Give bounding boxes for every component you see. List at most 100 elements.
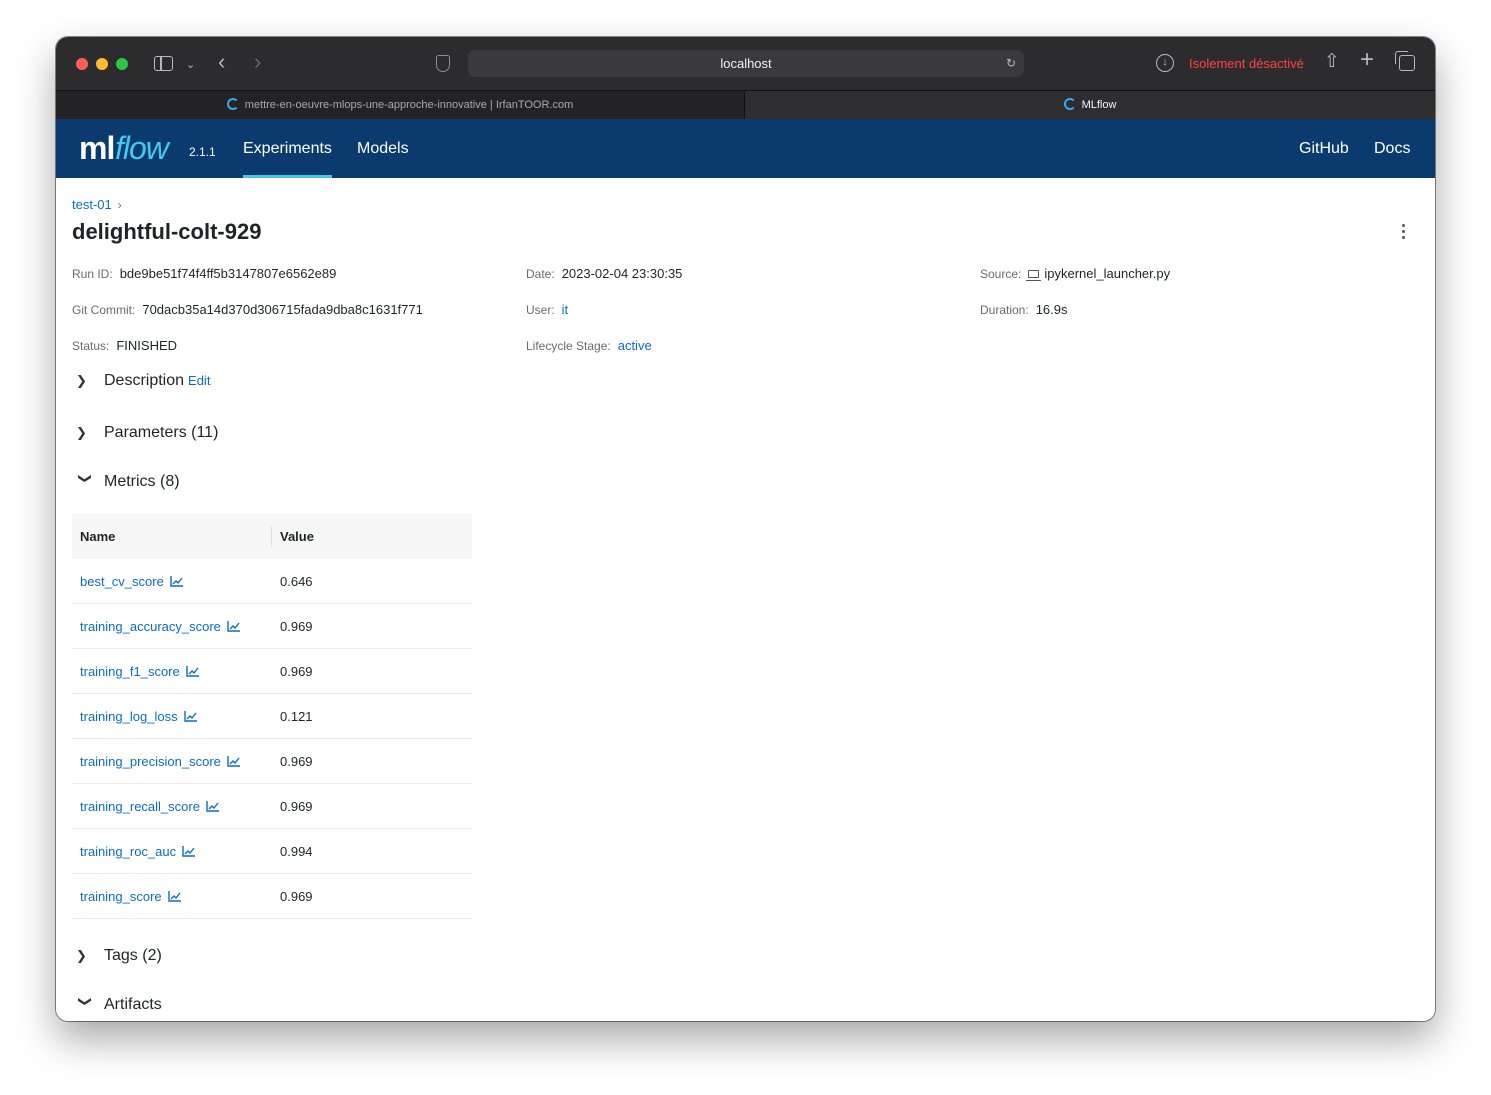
date-field: Date: 2023-02-04 23:30:35 (526, 266, 682, 281)
section-artifacts-label: Artifacts (104, 996, 162, 1013)
isolation-status[interactable]: Isolement désactivé (1189, 56, 1304, 71)
chevron-down-icon: ❯ (78, 473, 93, 484)
line-chart-icon[interactable] (182, 846, 196, 857)
browser-toolbar: ⌄ ‹ › localhost ↻ ↓ Isolement désactivé … (56, 37, 1435, 90)
chevron-down-icon[interactable]: ⌄ (186, 56, 195, 74)
line-chart-icon[interactable] (167, 891, 182, 902)
metric-name: best_cv_score (80, 574, 164, 589)
tab-strip: mettre-en-oeuvre-mlops-une-approche-inno… (56, 90, 1435, 119)
breadcrumb-experiment-link[interactable]: test-01 (72, 197, 112, 212)
metric-name-link[interactable]: training_roc_auc (80, 829, 196, 874)
lifecycle-value[interactable]: active (618, 338, 652, 353)
section-parameters-label: Parameters (11) (104, 424, 219, 441)
breadcrumb-separator: › (117, 198, 122, 212)
line-chart-icon[interactable] (227, 756, 241, 767)
user-link[interactable]: it (562, 302, 569, 317)
tab-label: mettre-en-oeuvre-mlops-une-approche-inno… (244, 99, 574, 111)
line-chart-icon[interactable] (206, 801, 220, 812)
metric-value: 0.994 (280, 844, 313, 859)
section-description[interactable]: ❯ Description Edit (76, 372, 210, 390)
lifecycle-label: Lifecycle Stage: (526, 339, 611, 353)
mlflow-header: ml flow 2.1.1 Experiments Models GitHub … (56, 119, 1435, 178)
chevron-right-icon: ❯ (76, 948, 87, 963)
lifecycle-field: Lifecycle Stage: active (526, 338, 652, 353)
section-description-label: Description (104, 372, 185, 389)
line-chart-icon[interactable] (170, 576, 184, 587)
tab-irfantoor[interactable]: mettre-en-oeuvre-mlops-une-approche-inno… (56, 91, 745, 119)
source-field: Source: ipykernel_launcher.py (980, 266, 1170, 281)
new-tab-icon[interactable]: + (1360, 48, 1374, 72)
more-options-icon[interactable] (1400, 224, 1406, 242)
metric-name-link[interactable]: best_cv_score (80, 559, 184, 604)
metric-name-link[interactable]: training_f1_score (80, 649, 200, 694)
date-label: Date: (526, 267, 555, 281)
nav-docs[interactable]: Docs (1374, 119, 1410, 178)
section-metrics[interactable]: ❯ Metrics (8) (76, 473, 180, 491)
metric-value: 0.969 (280, 889, 313, 904)
url-bar[interactable]: localhost ↻ (468, 50, 1024, 77)
status-label: Status: (72, 339, 110, 353)
metric-name: training_f1_score (80, 664, 180, 679)
metric-name: training_recall_score (80, 799, 200, 814)
metric-name-link[interactable]: training_log_loss (80, 694, 198, 739)
section-artifacts[interactable]: ❯ Artifacts (76, 996, 162, 1014)
line-chart-icon[interactable] (186, 666, 200, 677)
tab-mlflow[interactable]: MLflow (745, 91, 1435, 119)
section-metrics-label: Metrics (8) (104, 473, 180, 490)
table-row: training_recall_score 0.969 (72, 784, 472, 829)
user-label: User: (526, 303, 555, 317)
nav-models[interactable]: Models (357, 119, 409, 178)
sidebar-toggle-icon[interactable] (154, 56, 173, 71)
back-arrow-icon[interactable]: ‹ (218, 51, 225, 73)
table-row: training_f1_score 0.969 (72, 649, 472, 694)
reload-icon[interactable]: ↻ (1006, 50, 1016, 77)
source-label: Source: (980, 267, 1022, 281)
url-text: localhost (720, 56, 772, 71)
page-title: delightful-colt-929 (72, 219, 262, 244)
duration-label: Duration: (980, 303, 1029, 317)
zoom-window-button[interactable] (116, 58, 128, 70)
metric-name: training_precision_score (80, 754, 221, 769)
nav-github[interactable]: GitHub (1299, 119, 1349, 178)
metric-name-link[interactable]: training_score (80, 874, 182, 919)
source-value: ipykernel_launcher.py (1044, 266, 1171, 281)
run-id-label: Run ID: (72, 267, 113, 281)
close-window-button[interactable] (76, 58, 88, 70)
section-tags[interactable]: ❯ Tags (2) (76, 947, 162, 965)
metric-value: 0.969 (280, 799, 313, 814)
table-row: training_roc_auc 0.994 (72, 829, 472, 874)
header-name[interactable]: Name (80, 514, 115, 559)
metric-name-link[interactable]: training_recall_score (80, 784, 220, 829)
metric-name-link[interactable]: training_accuracy_score (80, 604, 241, 649)
git-commit-value: 70dacb35a14d370d306715fada9dba8c1631f771 (142, 302, 423, 317)
metric-name-link[interactable]: training_precision_score (80, 739, 241, 784)
table-header: Name Value (72, 514, 472, 559)
line-chart-icon[interactable] (183, 711, 198, 722)
table-body: best_cv_score 0.646 training_accuracy_scor… (72, 559, 472, 919)
duration-value: 16.9s (1035, 302, 1068, 317)
metric-value: 0.969 (280, 664, 313, 679)
table-row: best_cv_score 0.646 (72, 559, 472, 604)
minimize-window-button[interactable] (96, 58, 108, 70)
git-commit-field: Git Commit: 70dacb35a14d370d306715fada9db… (72, 302, 423, 317)
share-icon[interactable]: ⇧ (1324, 52, 1340, 71)
section-parameters[interactable]: ❯ Parameters (11) (76, 424, 218, 442)
table-row: training_score 0.969 (72, 874, 472, 919)
run-details-page: test-01 › delightful-colt-929 Run ID: bde9… (56, 178, 1435, 1021)
status-value: FINISHED (116, 338, 178, 353)
download-icon[interactable]: ↓ (1156, 54, 1174, 72)
breadcrumb: test-01 › (72, 197, 122, 212)
duration-field: Duration: 16.9s (980, 302, 1068, 317)
edit-description-link[interactable]: Edit (188, 373, 210, 388)
chevron-right-icon: ❯ (76, 373, 87, 388)
nav-experiments[interactable]: Experiments (243, 119, 332, 178)
tab-label: MLflow (1081, 99, 1117, 111)
metric-name: training_accuracy_score (80, 619, 221, 634)
tab-overview-icon[interactable] (1395, 51, 1415, 71)
header-value[interactable]: Value (280, 514, 314, 559)
line-chart-icon[interactable] (227, 621, 241, 632)
header-divider (271, 526, 272, 547)
table-row: training_precision_score 0.969 (72, 739, 472, 784)
privacy-shield-icon[interactable] (436, 55, 450, 72)
forward-arrow-icon[interactable]: › (254, 51, 261, 73)
